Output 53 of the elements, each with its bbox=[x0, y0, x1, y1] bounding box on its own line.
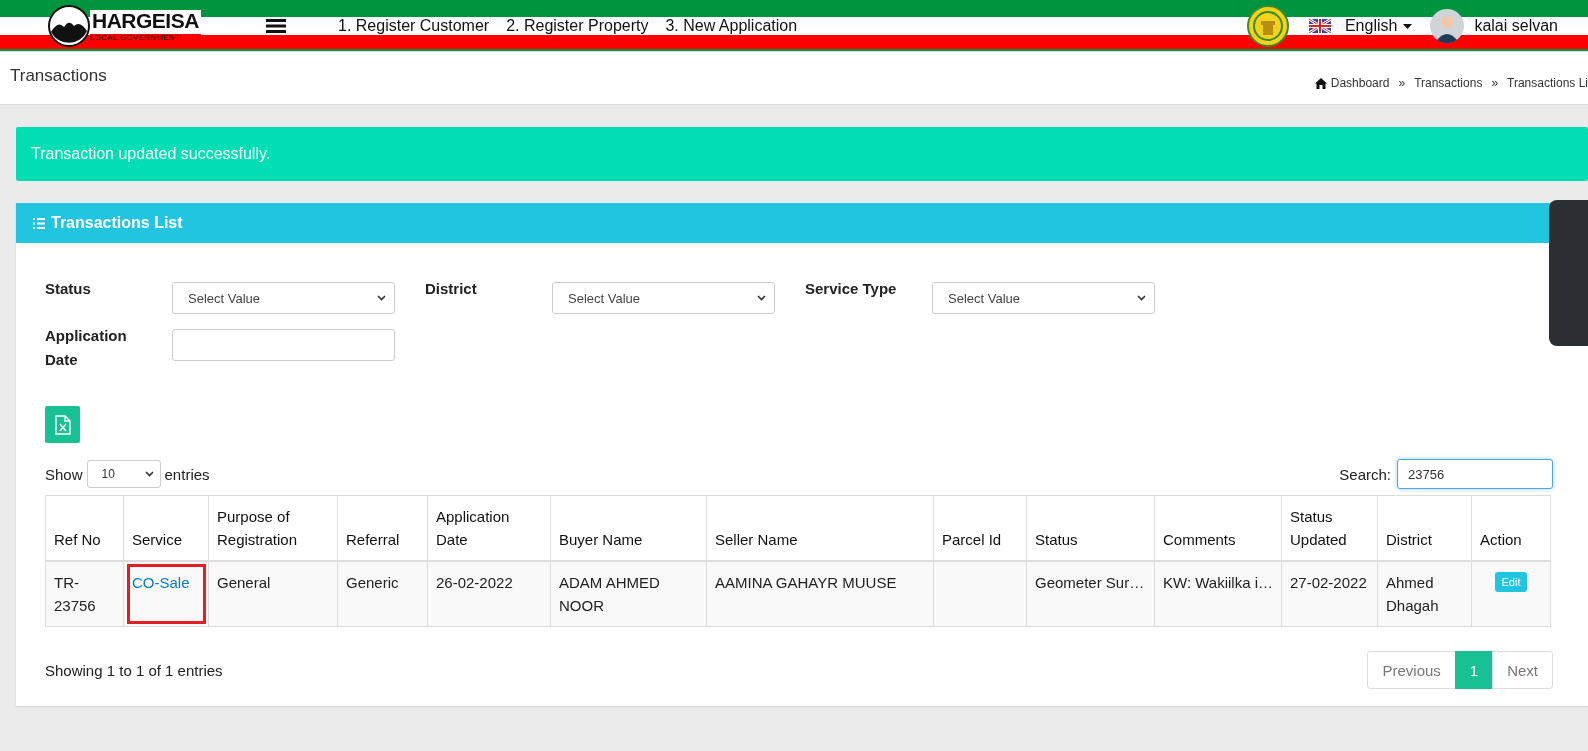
filter-label: Application Date bbox=[45, 326, 128, 370]
filter-label: Status bbox=[45, 279, 92, 299]
filter-select[interactable]: Select Value bbox=[932, 282, 1155, 314]
breadcrumb-link[interactable]: Transactions bbox=[1414, 76, 1483, 90]
table-cell: TR-23756 bbox=[45, 561, 124, 627]
menu-icon[interactable] bbox=[266, 19, 286, 33]
table-cell: ADAM AHMED NOOR bbox=[550, 561, 707, 627]
breadcrumb-separator: » bbox=[1491, 76, 1499, 90]
search-label: Search: bbox=[1339, 465, 1391, 483]
breadcrumb-separator: » bbox=[1398, 76, 1406, 90]
flag-icon bbox=[1308, 19, 1331, 33]
table-cell: Generic bbox=[337, 561, 428, 627]
page-title: Transactions bbox=[10, 66, 107, 87]
caret-icon bbox=[1403, 23, 1413, 29]
language-dropdown[interactable]: English bbox=[1344, 17, 1413, 35]
nav-link[interactable]: 3. New Application bbox=[665, 17, 798, 35]
filter-label: District bbox=[425, 279, 478, 299]
show-label: Show bbox=[45, 465, 83, 483]
emblem-icon bbox=[1246, 5, 1289, 47]
search-field[interactable]: 23756 bbox=[1397, 459, 1553, 489]
chevron-icon bbox=[144, 471, 154, 477]
nav-link[interactable]: 1. Register Customer bbox=[338, 17, 490, 35]
table-cell: AAMINA GAHAYR MUUSE bbox=[706, 561, 934, 627]
table-cell: General bbox=[208, 561, 338, 627]
nav-link[interactable]: 2. Register Property bbox=[506, 17, 649, 35]
home-icon bbox=[1314, 77, 1327, 89]
table-cell: 26-02-2022 bbox=[427, 561, 551, 627]
success-alert: Transaction updated successfully. bbox=[16, 127, 1588, 181]
logo-subtitle: LOCAL GOVERNMENT bbox=[90, 34, 201, 42]
filter-label: Service Type bbox=[805, 279, 898, 299]
chevron-icon bbox=[377, 295, 386, 301]
entries-label: entries bbox=[164, 465, 210, 483]
entries-info: Showing 1 to 1 of 1 entries bbox=[45, 661, 223, 679]
list-icon bbox=[33, 217, 45, 229]
spreadsheet-file-icon bbox=[54, 414, 71, 435]
chevron-icon bbox=[1137, 295, 1146, 301]
table-cell: 27-02-2022 bbox=[1281, 561, 1378, 627]
service-link[interactable]: CO-Sale bbox=[132, 574, 190, 591]
table-cell: Geometer Sur… bbox=[1026, 561, 1155, 627]
user-name[interactable]: kalai selvan bbox=[1474, 17, 1558, 35]
date-field[interactable] bbox=[172, 329, 395, 361]
page-length-select[interactable]: 10 bbox=[86, 460, 161, 488]
filter-select[interactable]: Select Value bbox=[552, 282, 775, 314]
table-cell: KW: Wakiilka i… bbox=[1154, 561, 1282, 627]
logo-emblem-icon bbox=[48, 5, 90, 47]
breadcrumb-link[interactable]: Dashboard bbox=[1330, 76, 1390, 90]
breadcrumb-link[interactable]: Transactions Li bbox=[1507, 76, 1588, 90]
avatar-icon[interactable] bbox=[1430, 9, 1465, 43]
panel-title: Transactions List bbox=[51, 214, 183, 232]
table-cell: Ahmed Dhagah bbox=[1377, 561, 1472, 627]
logo-title: HARGEISA bbox=[90, 10, 201, 31]
filter-select[interactable]: Select Value bbox=[172, 282, 395, 314]
chevron-icon bbox=[757, 295, 766, 301]
